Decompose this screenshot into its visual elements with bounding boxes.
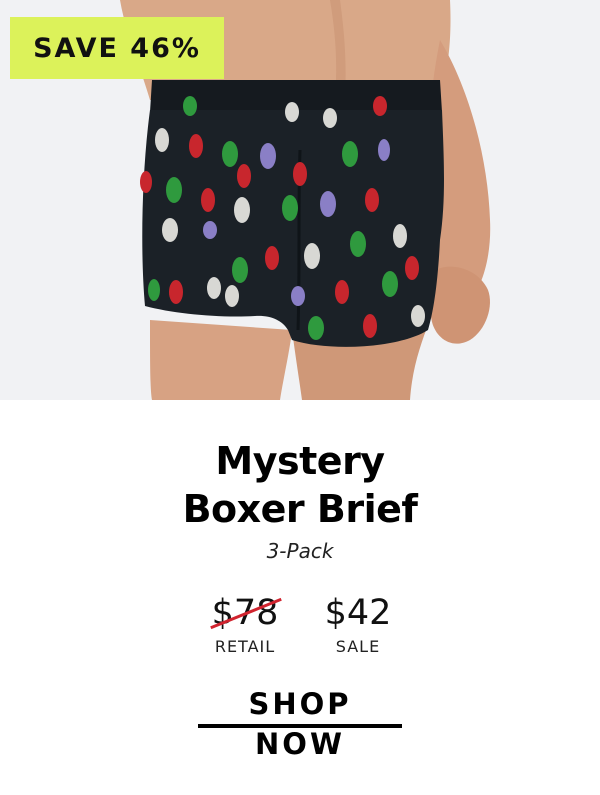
shop-now-button[interactable]: SHOP NOW bbox=[198, 684, 402, 761]
retail-price-block: $78 RETAIL bbox=[195, 592, 295, 656]
retail-label: RETAIL bbox=[214, 637, 276, 656]
sale-price: $42 bbox=[324, 593, 392, 633]
pack-size-label: 3-Pack bbox=[266, 539, 334, 563]
sale-price-block: $42 SALE bbox=[308, 592, 408, 656]
sale-label: SALE bbox=[335, 637, 381, 656]
product-title: Mystery Boxer Brief bbox=[0, 437, 600, 533]
product-hero-image: SAVE 46% bbox=[0, 0, 600, 400]
product-title-line-2: Boxer Brief bbox=[182, 487, 418, 531]
discount-badge: SAVE 46% bbox=[10, 17, 224, 79]
retail-price: $78 bbox=[209, 592, 282, 634]
product-title-line-1: Mystery bbox=[215, 439, 385, 483]
